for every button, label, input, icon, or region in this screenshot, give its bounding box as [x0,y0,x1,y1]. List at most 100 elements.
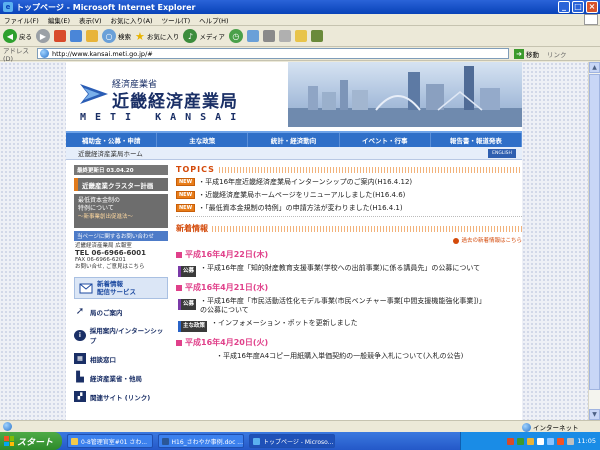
taskbar-item-ie[interactable]: トップページ - Microso... [249,434,335,448]
header-city-photo [288,62,522,127]
mail-icon[interactable] [246,30,259,42]
sidebar-item-consult[interactable]: ▦ 相談窓口 [74,353,168,364]
media-label: メディア [199,33,225,41]
contact-tel: TEL 06-6966-6001 [75,249,146,257]
sidebar-item-ministry[interactable]: ▙ 経済産業省・他局 [74,372,168,383]
stop-icon[interactable] [54,30,66,42]
contact-info: 近畿経済産業局 広報室 TEL 06-6966-6001 FAX 06-6966… [74,241,168,273]
nav-statistics[interactable]: 統計・経済動向 [248,133,340,147]
page-viewport: 経済産業省 近畿経済産業局 METI KANSAI 補助金・公募・申請 主な政策… [0,62,588,420]
tray-icon[interactable] [507,437,515,445]
site-header: 経済産業省 近畿経済産業局 METI KANSAI [66,62,522,127]
news-entry-text: ・インフォメーション・ポットを更新しました [211,319,358,327]
close-button[interactable]: × [586,1,598,13]
category-badge: 主な政策 [178,321,208,332]
nav-subsidies[interactable]: 補助金・公募・申請 [66,133,158,147]
edit-icon[interactable] [278,30,291,42]
sidebar-item-links[interactable]: ▞ 関連サイト (リンク) [74,391,168,402]
tray-icon[interactable] [537,437,545,445]
news-heading-text: 新着情報 [176,224,208,233]
news-entry[interactable]: 公募 ・平成16年度「市民活動活性化モデル事業(市民ベンチャー事業[中間支援機能… [176,297,522,315]
background-pattern-right [522,62,588,420]
past-news-link[interactable]: 過去の新着情報はこちら [176,236,522,244]
media-button[interactable]: ♪ メディア [183,29,225,43]
page-icon [40,49,49,58]
speaker-icon[interactable] [567,437,575,445]
media-icon: ♪ [183,29,198,43]
topic-item[interactable]: NEW ・「最低資本金規制の特例」の申請方法が変わりました(H16.4.1) [176,203,522,213]
topic-item[interactable]: NEW ・近畿経済産業局ホームページをリニューアルしました(H16.4.6) [176,190,522,200]
news-date: 平成16年4月22日(木) [176,249,522,260]
links-button[interactable]: リンク [547,49,567,59]
taskbar-item-word[interactable]: H16_さわやか事例.doc ... [158,434,244,448]
tray-icon[interactable] [517,437,525,445]
home-icon[interactable] [86,30,98,42]
menu-favorites[interactable]: お気に入り(A) [111,15,153,25]
minimize-button[interactable]: _ [558,1,570,13]
past-news-text: 過去の新着情報はこちら [461,238,522,244]
banner2-sub: ～新事業創出促進法～ [78,214,134,220]
left-sidebar: 最終更新日 03.04.20 近畿産業クラスター計画 最低資本金制の 特例につい… [74,165,168,420]
nav-events[interactable]: イベント・行事 [340,133,431,147]
menu-edit[interactable]: 編集(E) [48,15,70,25]
scroll-down-icon[interactable]: ▼ [589,409,600,420]
task-label: トップページ - Microso... [263,438,334,446]
sidebar-item-about[interactable]: ➚ 局のご案内 [74,306,168,317]
topic-item[interactable]: NEW ・平成16年度近畿経済産業局インターンシップのご案内(H16.4.12) [176,177,522,187]
news-entry[interactable]: ・平成16年度A4コピー用紙購入単価契約の一般競争入札について(入札の公告) [176,352,522,361]
go-arrow-icon: ➜ [514,48,524,59]
go-button[interactable]: ➜ 移動 [514,48,539,59]
tray-icon[interactable] [557,437,565,445]
menu-tools[interactable]: ツール(T) [162,15,191,25]
tray-icon[interactable] [527,437,535,445]
refresh-icon[interactable] [70,30,82,42]
menu-view[interactable]: 表示(V) [79,15,102,25]
taskbar-item-folder[interactable]: 0-8管理官室#01 さわ... [67,434,153,448]
cluster-plan-banner[interactable]: 近畿産業クラスター計画 [74,178,168,191]
menu-file[interactable]: ファイル(F) [4,15,39,25]
nav-reports[interactable]: 報告書・報道発表 [431,133,523,147]
maximize-button[interactable]: □ [572,1,584,13]
main-column: TOPICS NEW ・平成16年度近畿経済産業局インターンシップのご案内(H1… [176,165,522,420]
sidebar-item-recruit[interactable]: i 採用案内/インターンシップ [74,325,168,345]
print-icon[interactable] [262,30,275,42]
back-button[interactable]: ◀ 戻る [3,29,32,43]
clock[interactable]: 11:05 [577,437,596,445]
menu-help[interactable]: ヘルプ(H) [199,15,228,25]
main-nav: 補助金・公募・申請 主な政策 統計・経済動向 イベント・行事 報告書・報道発表 [66,131,523,147]
english-button[interactable]: ENGLISH [488,149,516,158]
nav-policies[interactable]: 主な政策 [157,133,249,147]
mail-service-line1: 新着情報 [97,280,123,288]
favorites-button[interactable]: ★ お気に入り [135,30,179,43]
address-bar: アドレス(D) http://www.kansai.meti.go.jp/# ➜… [0,46,600,63]
breadcrumb-home[interactable]: 近畿経済産業局ホーム [78,148,143,158]
minimum-capital-banner[interactable]: 最低資本金制の 特例について ～新事業創出促進法～ [74,194,168,228]
history-icon[interactable]: ◷ [228,29,243,43]
scroll-thumb[interactable] [589,74,600,390]
tray-icon[interactable] [547,437,555,445]
envelope-icon [79,283,93,294]
search-button[interactable]: ○ 検索 [102,29,131,43]
news-entry[interactable]: 公募 ・平成16年度「知的財産教育支援事業(学校への出前事業)に係る講員先」の公… [176,264,522,277]
sidebar-item-label: 相談窓口 [90,355,116,364]
scroll-up-icon[interactable]: ▲ [589,62,600,73]
mail-service-banner[interactable]: 新着情報 配信サービス [74,277,168,299]
back-label: 戻る [19,33,32,41]
vertical-scrollbar[interactable]: ▲ ▼ [588,62,600,420]
forward-arrow-icon: ▶ [36,29,50,43]
link-icon: ▞ [74,391,86,402]
forward-button[interactable]: ▶ [36,29,50,43]
contact-fax: FAX 06-6966-6201 [75,257,126,263]
start-label: スタート [17,437,54,448]
address-label: アドレス(D) [3,46,29,63]
sidebar-menu: ➚ 局のご案内 i 採用案内/インターンシップ ▦ 相談窓口 ▙ 経済産業省・他… [74,306,168,402]
start-button[interactable]: スタート [0,432,62,450]
new-badge: NEW [176,178,196,186]
address-input[interactable]: http://www.kansai.meti.go.jp/# [37,48,509,59]
contact-mail-link[interactable]: お問い合せ, ご意見はこちら [75,264,167,271]
topic-text: ・「最低資本金規制の特例」の申請方法が変わりました(H16.4.1) [198,204,403,212]
search-icon: ○ [102,29,116,43]
folder-icon[interactable] [294,30,307,42]
news-entry[interactable]: 主な政策 ・インフォメーション・ポットを更新しました [176,319,522,332]
messenger-icon[interactable] [310,30,323,42]
